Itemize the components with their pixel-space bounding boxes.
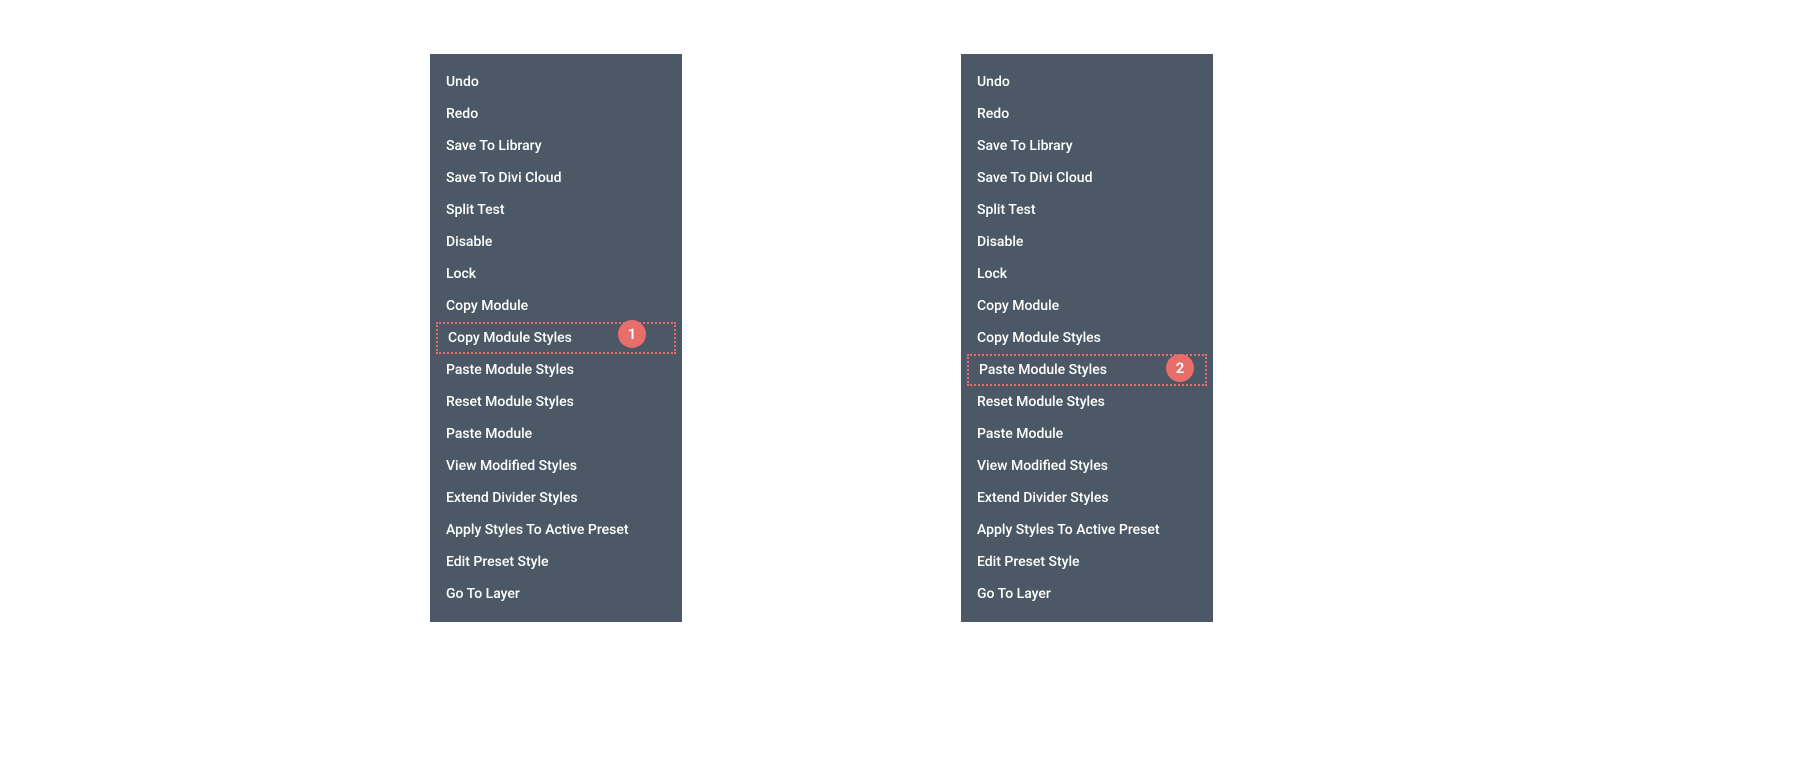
menu-item-paste-module[interactable]: Paste Module xyxy=(961,418,1213,450)
menu-item-view-modified-styles[interactable]: View Modified Styles xyxy=(961,450,1213,482)
step-badge-1: 1 xyxy=(618,320,646,348)
menu-item-redo[interactable]: Redo xyxy=(430,98,682,130)
menu-item-paste-module[interactable]: Paste Module xyxy=(430,418,682,450)
menu-item-go-to-layer[interactable]: Go To Layer xyxy=(961,578,1213,610)
menu-item-go-to-layer[interactable]: Go To Layer xyxy=(430,578,682,610)
menu-item-save-to-divi-cloud[interactable]: Save To Divi Cloud xyxy=(430,162,682,194)
menu-item-undo[interactable]: Undo xyxy=(961,66,1213,98)
menu-item-extend-divider-styles[interactable]: Extend Divider Styles xyxy=(430,482,682,514)
menu-item-lock[interactable]: Lock xyxy=(961,258,1213,290)
menu-item-edit-preset-style[interactable]: Edit Preset Style xyxy=(961,546,1213,578)
menu-item-reset-module-styles[interactable]: Reset Module Styles xyxy=(430,386,682,418)
menu-item-disable[interactable]: Disable xyxy=(430,226,682,258)
menu-item-copy-module[interactable]: Copy Module xyxy=(961,290,1213,322)
menu-item-extend-divider-styles[interactable]: Extend Divider Styles xyxy=(961,482,1213,514)
menu-item-redo[interactable]: Redo xyxy=(961,98,1213,130)
menu-item-split-test[interactable]: Split Test xyxy=(430,194,682,226)
menu-item-edit-preset-style[interactable]: Edit Preset Style xyxy=(430,546,682,578)
menu-item-paste-module-styles[interactable]: Paste Module Styles xyxy=(430,354,682,386)
menu-item-lock[interactable]: Lock xyxy=(430,258,682,290)
menu-item-apply-styles-to-active-preset[interactable]: Apply Styles To Active Preset xyxy=(430,514,682,546)
menu-item-copy-module[interactable]: Copy Module xyxy=(430,290,682,322)
menu-item-save-to-library[interactable]: Save To Library xyxy=(430,130,682,162)
menu-item-save-to-library[interactable]: Save To Library xyxy=(961,130,1213,162)
menu-item-save-to-divi-cloud[interactable]: Save To Divi Cloud xyxy=(961,162,1213,194)
menu-item-disable[interactable]: Disable xyxy=(961,226,1213,258)
menu-item-undo[interactable]: Undo xyxy=(430,66,682,98)
menu-item-split-test[interactable]: Split Test xyxy=(961,194,1213,226)
menu-item-view-modified-styles[interactable]: View Modified Styles xyxy=(430,450,682,482)
context-menu-right: Undo Redo Save To Library Save To Divi C… xyxy=(961,54,1213,622)
menu-item-apply-styles-to-active-preset[interactable]: Apply Styles To Active Preset xyxy=(961,514,1213,546)
menu-item-reset-module-styles[interactable]: Reset Module Styles xyxy=(961,386,1213,418)
step-badge-2: 2 xyxy=(1166,354,1194,382)
menu-item-copy-module-styles[interactable]: Copy Module Styles xyxy=(961,322,1213,354)
